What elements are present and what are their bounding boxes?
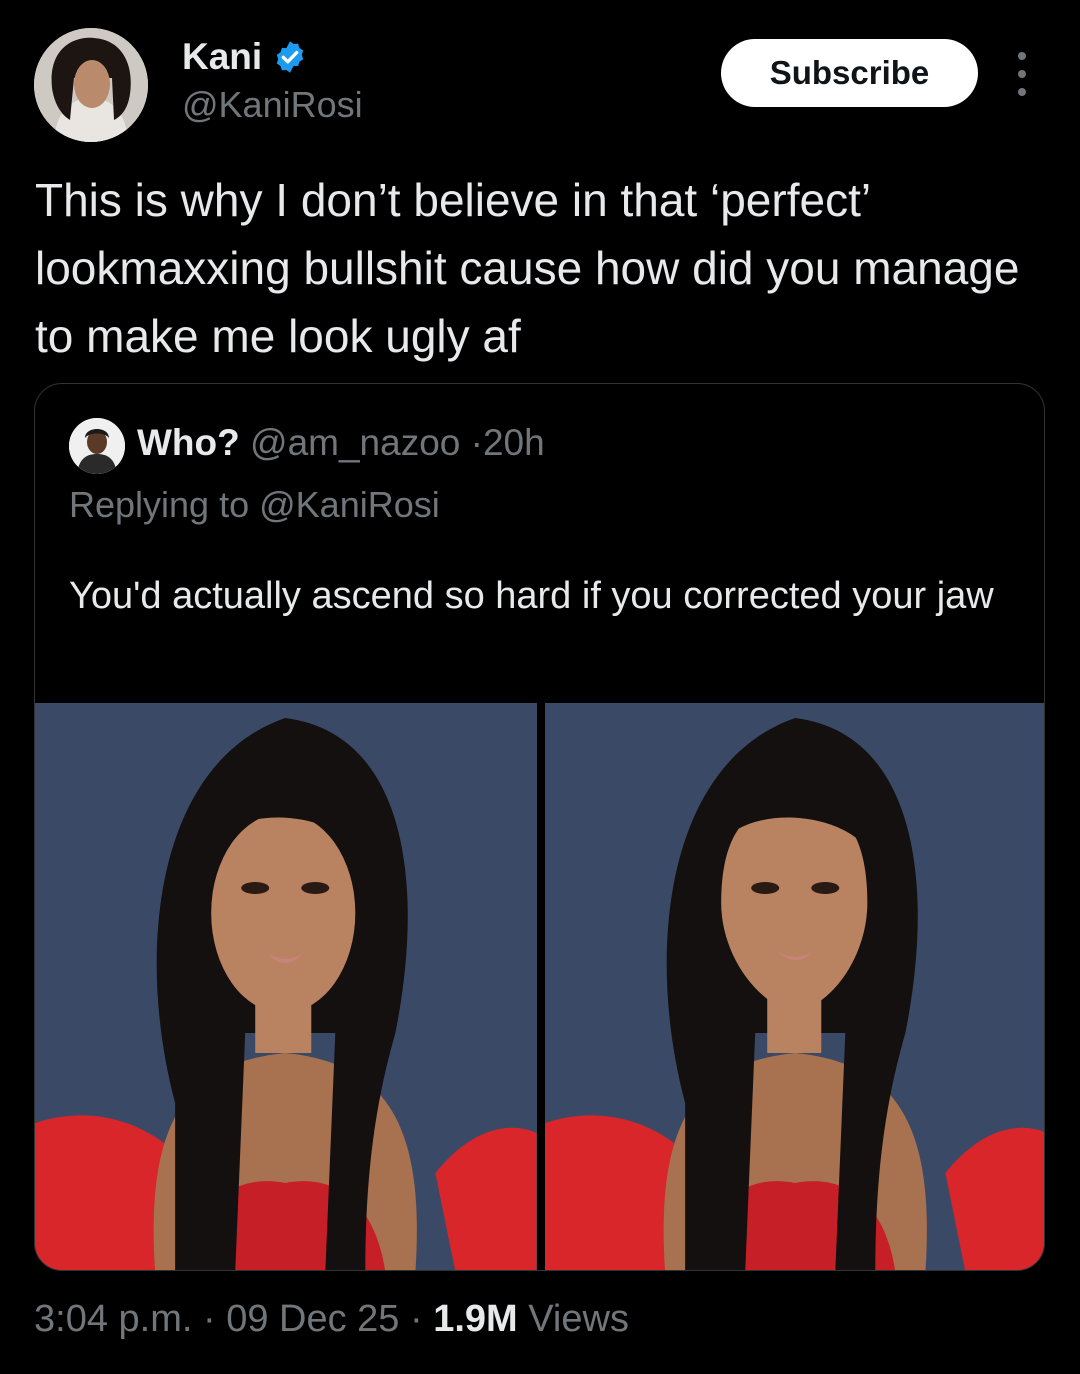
- replying-mention[interactable]: @KaniRosi: [259, 484, 440, 525]
- quoted-author-avatar[interactable]: [69, 418, 125, 474]
- author-avatar-image: [34, 28, 148, 142]
- more-vertical-icon[interactable]: [1004, 52, 1040, 96]
- replying-to: Replying to @KaniRosi: [69, 484, 440, 526]
- more-dot: [1018, 70, 1026, 78]
- quoted-tweet-text: You'd actually ascend so hard if you cor…: [69, 575, 994, 617]
- portrait-image-edited: [544, 703, 1044, 1270]
- replying-prefix: Replying to: [69, 484, 250, 525]
- views-count: 1.9M: [433, 1298, 518, 1340]
- tweet-text: This is why I don’t believe in that ‘per…: [35, 174, 1020, 362]
- photo-original[interactable]: [35, 703, 537, 1270]
- separator: ·: [202, 1298, 216, 1340]
- separator: ·: [410, 1298, 423, 1340]
- quoted-avatar-image: [69, 418, 125, 474]
- more-dot: [1018, 88, 1026, 96]
- photo-edited[interactable]: [544, 703, 1044, 1270]
- author-handle[interactable]: @KaniRosi: [182, 84, 363, 126]
- tweet-time[interactable]: 3:04 p.m.: [34, 1298, 192, 1340]
- author-name-row: Kani: [182, 36, 308, 78]
- tweet-metadata: 3:04 p.m. · 09 Dec 25 · 1.9M Views: [34, 1298, 629, 1341]
- quoted-tweet-card[interactable]: Who? @am_nazoo ·20h Replying to @KaniRos…: [34, 383, 1045, 1271]
- quoted-media-grid: [35, 703, 1044, 1270]
- views-label: Views: [528, 1298, 629, 1340]
- author-name[interactable]: Kani: [182, 36, 262, 78]
- separator: ·: [470, 422, 483, 463]
- quoted-author-handle[interactable]: @am_nazoo: [250, 422, 460, 463]
- tweet-date[interactable]: 09 Dec 25: [226, 1298, 399, 1340]
- quoted-time: 20h: [482, 422, 545, 463]
- verified-badge-icon: [276, 41, 304, 73]
- quoted-author-name[interactable]: Who?: [137, 422, 240, 463]
- author-avatar[interactable]: [34, 28, 148, 142]
- portrait-image: [35, 703, 537, 1270]
- subscribe-button[interactable]: Subscribe: [721, 39, 978, 107]
- quoted-header: Who? @am_nazoo ·20h: [137, 422, 545, 464]
- more-dot: [1018, 52, 1026, 60]
